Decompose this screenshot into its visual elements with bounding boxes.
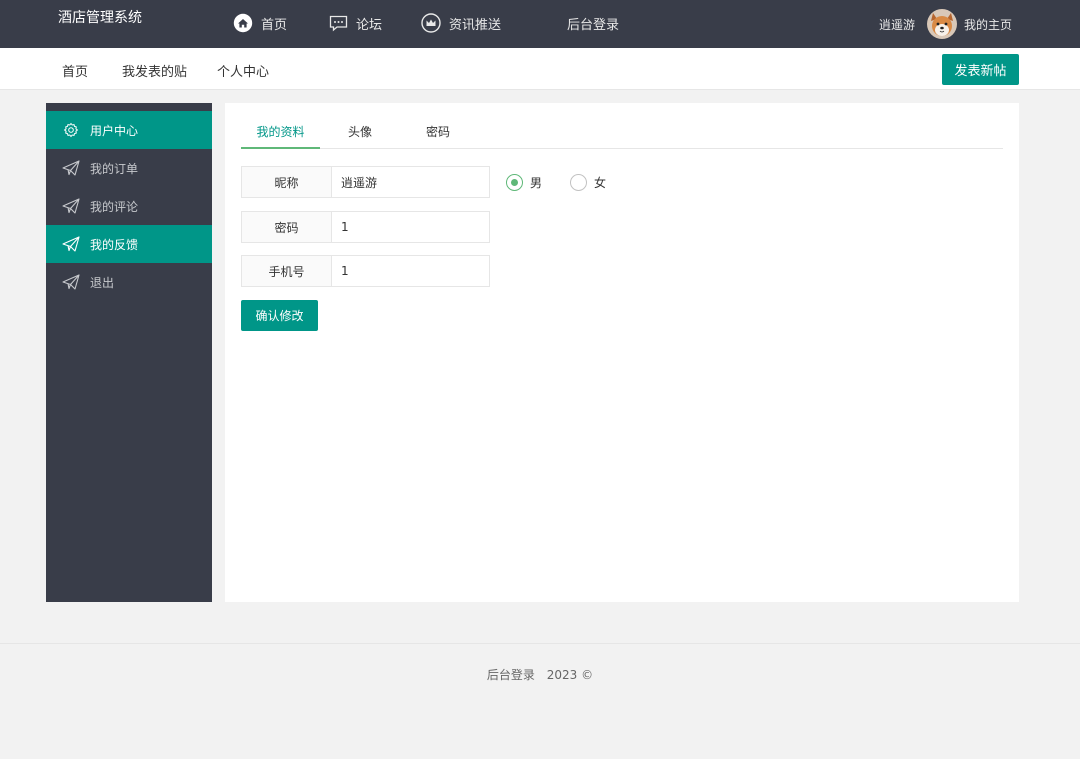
chat-icon [329,15,348,31]
footer-admin-login-link[interactable]: 后台登录 [487,668,535,682]
subnav-personal-center[interactable]: 个人中心 [217,61,269,80]
nickname-row: 昵称 [241,166,490,198]
sub-nav: 首页 我发表的贴 个人中心 发表新帖 [0,48,1080,90]
nickname-input[interactable] [332,166,490,198]
user-name[interactable]: 逍遥游 [879,16,915,33]
subnav-home[interactable]: 首页 [62,61,88,80]
sidebar-item-logout[interactable]: 退出 [46,263,212,301]
footer-copyright: 2023 © [546,668,594,682]
password-input[interactable] [332,211,490,243]
phone-row: 手机号 [241,255,490,287]
sidebar-item-label: 我的评论 [90,199,139,214]
nav-home[interactable]: 首页 [233,12,287,34]
gender-female-radio[interactable]: 女 [570,173,607,191]
gender-radio-group: 男 女 [506,172,634,192]
paper-plane-icon [62,273,80,291]
phone-label: 手机号 [241,255,332,287]
sidebar-item-my-comments[interactable]: 我的评论 [46,187,212,225]
tab-avatar[interactable]: 头像 [331,123,389,149]
nav-news[interactable]: 资讯推送 [421,12,501,34]
sidebar-item-label: 我的订单 [90,161,139,176]
nickname-label: 昵称 [241,166,332,198]
password-row: 密码 [241,211,490,243]
radio-checked-icon [506,173,523,191]
profile-tabs: 我的资料 头像 密码 [241,121,1003,149]
top-header: 酒店管理系统 首页 论坛 资讯推送 后台登录 逍遥游 我的主页 [0,0,1080,48]
gender-male-label: 男 [530,175,543,190]
nav-forum[interactable]: 论坛 [329,12,382,34]
sidebar-item-my-feedback[interactable]: 我的反馈 [46,225,212,263]
gender-female-label: 女 [594,175,607,190]
radio-unchecked-icon [570,173,588,191]
nav-forum-label: 论坛 [356,17,383,33]
paper-plane-icon [62,159,80,177]
main-panel: 我的资料 头像 密码 昵称 男 女 密码 手机号 确认修改 [225,103,1019,602]
home-icon [233,13,253,33]
crown-icon [421,13,441,33]
tab-my-profile[interactable]: 我的资料 [241,123,320,149]
nav-admin-login[interactable]: 后台登录 [567,12,619,34]
footer-text: 后台登录 2023 © [0,666,1080,683]
gear-icon [62,121,80,139]
password-label: 密码 [241,211,332,243]
sidebar: 用户中心 我的订单 我的评论 我的反馈 退出 [46,103,212,602]
footer: 后台登录 2023 © [0,643,1080,759]
gender-male-radio[interactable]: 男 [506,173,543,191]
sidebar-item-label: 我的反馈 [90,237,139,252]
user-area: 逍遥游 我的主页 [879,9,1012,39]
sidebar-item-label: 用户中心 [90,123,139,138]
nav-news-label: 资讯推送 [449,17,502,33]
subnav-my-posts[interactable]: 我发表的贴 [122,61,187,80]
avatar[interactable] [926,9,957,39]
sidebar-item-user-center[interactable]: 用户中心 [46,111,212,149]
paper-plane-icon [62,235,80,253]
tab-password[interactable]: 密码 [409,123,467,149]
phone-input[interactable] [332,255,490,287]
site-logo[interactable]: 酒店管理系统 [58,7,142,27]
sidebar-item-label: 退出 [90,275,115,290]
dog-avatar-icon [926,9,957,39]
my-home-link[interactable]: 我的主页 [964,16,1012,33]
sidebar-item-my-orders[interactable]: 我的订单 [46,149,212,187]
confirm-update-button[interactable]: 确认修改 [241,300,318,331]
nav-home-label: 首页 [261,17,288,33]
paper-plane-icon [62,197,80,215]
new-post-button[interactable]: 发表新帖 [942,54,1019,85]
